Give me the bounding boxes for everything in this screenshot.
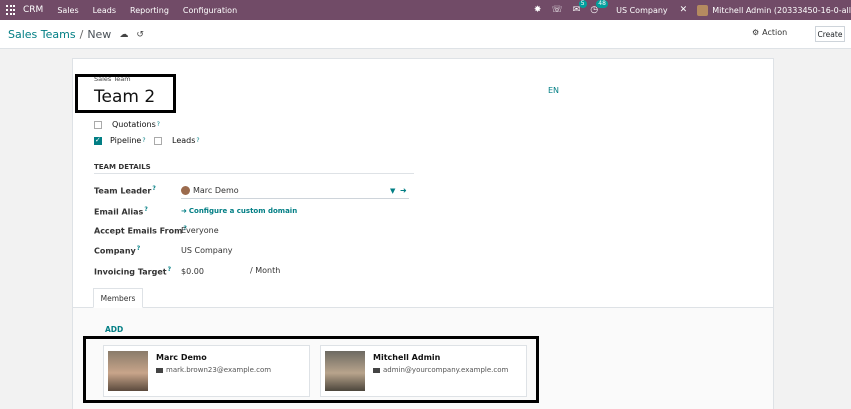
breadcrumb-parent[interactable]: Sales Teams xyxy=(8,28,76,41)
add-member-button[interactable]: ADD xyxy=(105,325,123,334)
breadcrumb: Sales Teams / New ☁ ↺ xyxy=(8,28,144,41)
tab-members[interactable]: Members xyxy=(93,288,143,308)
action-button[interactable]: ⚙ Action xyxy=(752,28,787,37)
app-name[interactable]: CRM xyxy=(23,5,43,15)
navbar-systray: ✸ ☏ ✉ 5 ◷ 48 US Company ✕ Mitchell Admin (… xyxy=(534,0,851,20)
leads-label: Leads xyxy=(172,136,196,145)
help-mark: ? xyxy=(196,137,200,144)
section-divider xyxy=(94,173,414,174)
menu-sales[interactable]: Sales xyxy=(57,6,78,15)
highlight-box-name xyxy=(75,74,176,113)
section-title: TEAM DETAILS xyxy=(94,163,151,171)
create-button[interactable]: Create xyxy=(815,26,845,42)
form-sheet: Sales Team Team 2 EN Quotations? Pipelin… xyxy=(72,58,774,409)
discard-icon[interactable]: ↺ xyxy=(136,30,144,40)
user-avatar[interactable] xyxy=(697,4,709,16)
invoicing-target-unit: / Month xyxy=(250,266,281,275)
option-pipeline[interactable]: Pipeline? xyxy=(94,136,146,145)
quotations-label: Quotations xyxy=(112,120,156,129)
user-menu[interactable]: Mitchell Admin (20333450-16-0-all xyxy=(712,6,851,15)
bug-icon[interactable]: ✸ xyxy=(534,5,542,15)
team-leader-label: Team Leader? xyxy=(94,185,156,196)
tools-icon[interactable]: ✕ xyxy=(680,5,688,15)
arrow-right-icon: ➜ xyxy=(181,207,187,215)
menu-reporting[interactable]: Reporting xyxy=(130,6,169,15)
company-label: Company? xyxy=(94,245,141,256)
help-mark: ? xyxy=(156,121,160,128)
leads-checkbox[interactable] xyxy=(154,136,162,145)
email-alias-label: Email Alias? xyxy=(94,206,148,217)
highlight-box-members xyxy=(83,336,539,403)
option-quotations[interactable]: Quotations? xyxy=(94,120,160,129)
external-link-arrow-icon[interactable]: ➜ xyxy=(400,186,407,195)
option-leads[interactable]: Leads? xyxy=(154,136,200,145)
team-leader-value: Marc Demo xyxy=(193,186,239,195)
breadcrumb-separator: / xyxy=(79,28,84,41)
invoicing-target-label: Invoicing Target? xyxy=(94,266,172,277)
company-value: US Company xyxy=(181,246,233,255)
team-leader-underline xyxy=(181,198,409,199)
leader-avatar xyxy=(181,186,190,195)
pipeline-checkbox[interactable] xyxy=(94,136,102,145)
apps-menu-icon[interactable] xyxy=(6,5,16,15)
dropdown-caret-icon[interactable]: ▼ xyxy=(390,187,395,195)
activities-badge: 48 xyxy=(596,0,608,8)
accept-emails-label: Accept Emails From? xyxy=(94,225,187,236)
tabs-divider xyxy=(73,307,773,308)
help-mark: ? xyxy=(142,137,146,144)
configure-domain-link[interactable]: ➜ Configure a custom domain xyxy=(181,207,297,215)
accept-emails-field[interactable]: Everyone xyxy=(181,226,219,235)
company-switcher[interactable]: US Company xyxy=(616,6,668,15)
gear-icon: ⚙ xyxy=(752,28,760,37)
menu-configuration[interactable]: Configuration xyxy=(183,6,237,15)
quotations-checkbox[interactable] xyxy=(94,120,102,129)
invoicing-target-value: $0.00 xyxy=(181,267,204,276)
pipeline-label: Pipeline xyxy=(110,136,142,145)
company-field[interactable]: US Company xyxy=(181,246,233,255)
breadcrumb-current: New xyxy=(87,28,112,41)
invoicing-target-field[interactable]: $0.00 xyxy=(181,267,204,276)
messages-icon[interactable]: ✉ 5 xyxy=(573,0,587,15)
team-leader-field[interactable]: Marc Demo xyxy=(181,186,239,195)
action-label: Action xyxy=(762,28,788,37)
phone-icon[interactable]: ☏ xyxy=(551,5,562,15)
language-button[interactable]: EN xyxy=(548,86,559,95)
top-navbar: CRM Sales Leads Reporting Configuration … xyxy=(0,0,851,20)
save-cloud-icon[interactable]: ☁ xyxy=(119,30,128,40)
control-panel: Sales Teams / New ☁ ↺ ⚙ Action Create xyxy=(0,20,851,49)
menu-leads[interactable]: Leads xyxy=(93,6,116,15)
messages-badge: 5 xyxy=(578,0,587,8)
configure-domain-label: Configure a custom domain xyxy=(188,207,298,215)
activities-icon[interactable]: ◷ 48 xyxy=(590,0,608,15)
accept-emails-value: Everyone xyxy=(181,226,219,235)
